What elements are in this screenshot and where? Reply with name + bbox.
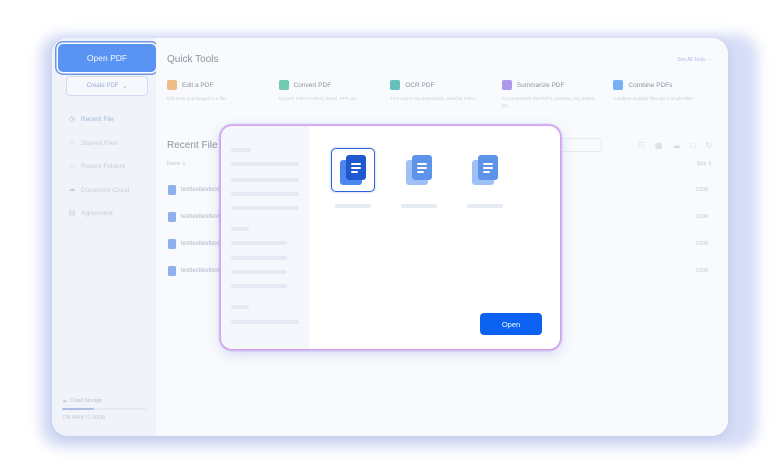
pdf-document-icon <box>340 155 366 185</box>
thumbnail-label-placeholder <box>335 204 371 208</box>
placeholder-line <box>231 284 287 288</box>
open-file-dialog: Open <box>221 126 560 349</box>
open-button[interactable]: Open <box>480 313 542 335</box>
pdf-document-icon <box>472 155 498 185</box>
placeholder-line <box>231 305 249 309</box>
placeholder-line <box>231 241 287 245</box>
placeholder-line <box>231 256 287 260</box>
file-thumbnails <box>331 148 507 192</box>
placeholder-line <box>231 206 299 210</box>
placeholder-line <box>231 148 251 152</box>
file-thumbnail[interactable] <box>397 148 441 192</box>
pdf-document-icon <box>406 155 432 185</box>
placeholder-line <box>231 178 299 182</box>
placeholder-line <box>231 270 287 274</box>
thumbnail-label-placeholder <box>401 204 437 208</box>
dialog-sidebar <box>221 126 309 349</box>
file-thumbnail[interactable] <box>463 148 507 192</box>
placeholder-line <box>231 320 299 324</box>
placeholder-line <box>231 162 299 166</box>
thumbnail-label-placeholder <box>467 204 503 208</box>
file-thumbnail-selected[interactable] <box>331 148 375 192</box>
screen: Open PDF Create PDF ⌄ ◷ Recent File ☆ St… <box>0 0 780 470</box>
placeholder-line <box>231 192 299 196</box>
placeholder-line <box>231 227 249 231</box>
